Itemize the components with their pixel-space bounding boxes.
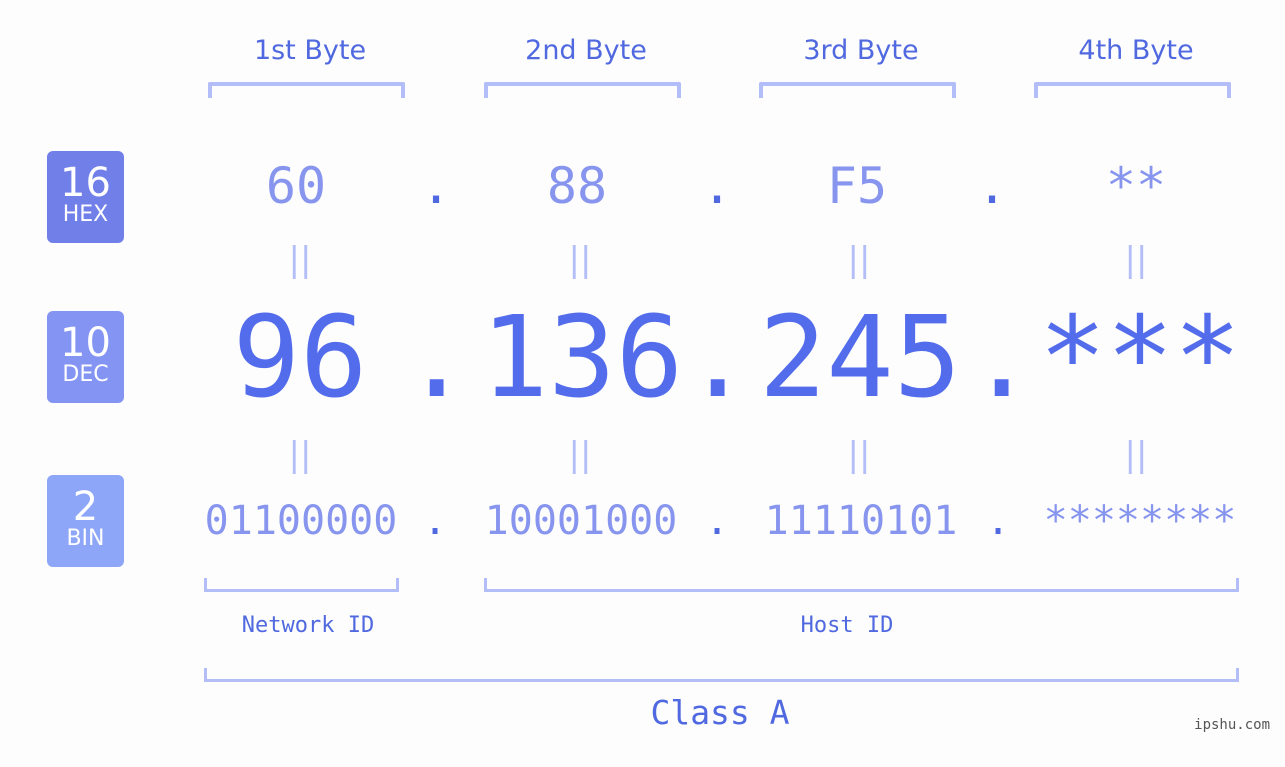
equals-icon: || [847,240,871,280]
bin-value-1: 01100000 [204,498,398,544]
bin-value-3: 11110101 [764,498,958,544]
byte-header-3: 3rd Byte [803,35,919,66]
byte-bracket-1 [208,82,405,98]
watermark: ipshu.com [1194,717,1270,733]
dec-value-3: 245 [758,293,962,423]
equals-icon: || [568,240,592,280]
bin-badge: 2 BIN [47,475,124,567]
bin-label: BIN [66,526,105,551]
network-id-label: Network ID [241,613,375,638]
dec-label: DEC [62,362,109,387]
dec-value-4: *** [1038,293,1242,423]
dec-value-1: 96 [232,293,368,423]
hex-separator-1: . [420,157,452,215]
hex-separator-3: . [976,157,1008,215]
bin-separator-1: . [422,498,448,544]
host-id-bracket [484,578,1239,592]
byte-bracket-3 [759,82,956,98]
byte-header-4: 4th Byte [1078,35,1194,66]
bin-base: 2 [72,484,99,530]
equals-icon: || [568,435,592,475]
hex-value-3: F5 [826,157,888,215]
bin-value-4: ******** [1043,498,1237,544]
hex-label: HEX [62,202,109,227]
bin-separator-3: . [985,498,1011,544]
hex-base: 16 [60,160,111,206]
byte-header-2: 2nd Byte [525,35,647,66]
bin-separator-2: . [704,498,730,544]
host-id-label: Host ID [800,613,894,638]
byte-bracket-2 [484,82,681,98]
hex-value-1: 60 [265,157,327,215]
byte-header-1: 1st Byte [253,35,367,66]
bin-value-2: 10001000 [484,498,678,544]
equals-icon: || [288,435,312,475]
hex-value-2: 88 [546,157,608,215]
network-id-bracket [204,578,399,592]
class-label: Class A [650,693,790,732]
hex-value-4: ** [1105,157,1167,215]
hex-separator-2: . [701,157,733,215]
dec-base: 10 [60,320,111,366]
equals-icon: || [288,240,312,280]
hex-badge: 16 HEX [47,151,124,243]
equals-icon: || [1124,240,1148,280]
dec-badge: 10 DEC [47,311,124,403]
dec-value-2: 136 [480,293,684,423]
equals-icon: || [847,435,871,475]
class-bracket [204,668,1239,682]
byte-bracket-4 [1034,82,1231,98]
equals-icon: || [1124,435,1148,475]
